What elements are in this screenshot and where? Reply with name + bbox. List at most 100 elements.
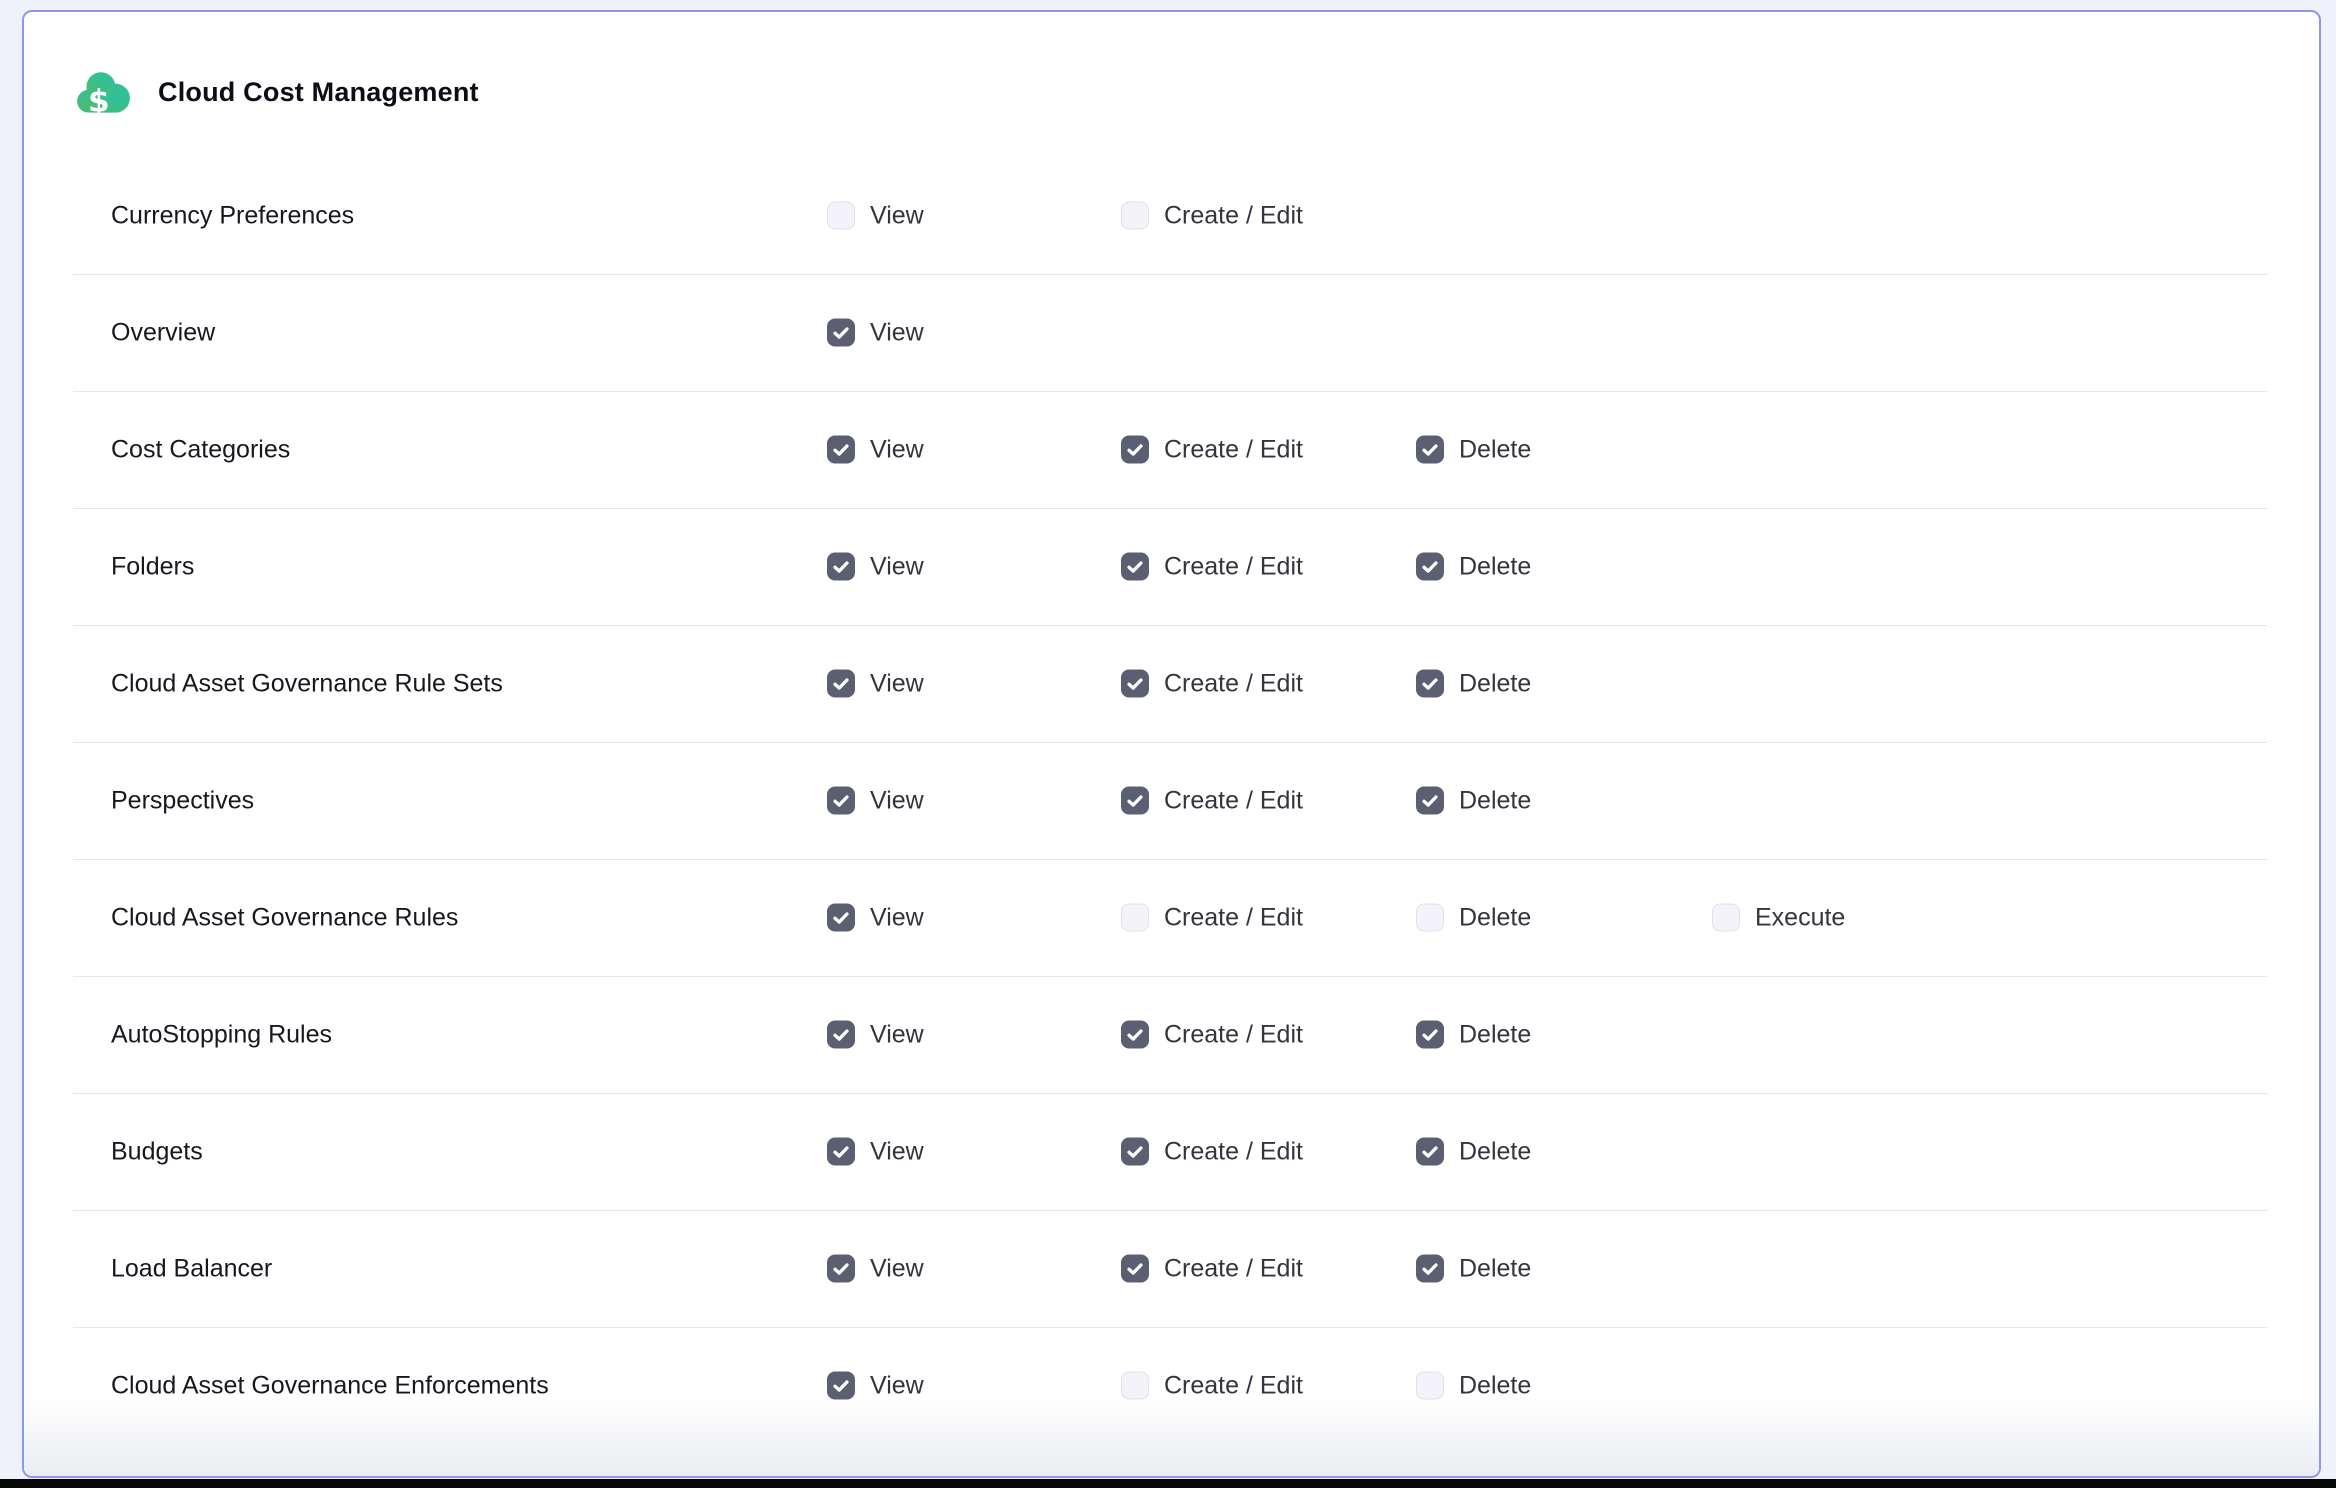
view-checkbox[interactable] [827,436,855,464]
delete-checkbox[interactable] [1416,670,1444,698]
create-edit-checkbox[interactable] [1121,202,1149,230]
create-edit-checkbox[interactable] [1121,1372,1149,1400]
resource-label: Overview [111,318,215,347]
checkmark-icon [830,907,852,929]
create-edit-permission: Create / Edit [1121,903,1303,932]
permission-row: Budgets View Create / Edit Delete [24,1093,2319,1210]
delete-label: Delete [1459,435,1531,464]
execute-checkbox[interactable] [1712,904,1740,932]
cloud-dollar-icon: $ [74,68,132,118]
permission-row: Currency Preferences ViewCreate / Edit [24,157,2319,274]
create-edit-checkbox[interactable] [1121,553,1149,581]
delete-checkbox[interactable] [1416,1021,1444,1049]
resource-label: Cloud Asset Governance Enforcements [111,1371,549,1400]
view-checkbox[interactable] [827,1138,855,1166]
view-checkbox[interactable] [827,1255,855,1283]
delete-checkbox[interactable] [1416,436,1444,464]
view-permission: View [827,318,924,347]
view-checkbox[interactable] [827,202,855,230]
view-permission: View [827,786,924,815]
execute-label: Execute [1755,903,1845,932]
create-edit-checkbox[interactable] [1121,670,1149,698]
delete-permission: Delete [1416,1137,1531,1166]
view-label: View [870,1137,924,1166]
window-bottom-edge [0,1479,2336,1488]
resource-label: Budgets [111,1137,203,1166]
resource-label: AutoStopping Rules [111,1020,332,1049]
checkmark-icon [1419,1141,1441,1163]
checkmark-icon [1124,790,1146,812]
create-edit-label: Create / Edit [1164,1371,1303,1400]
page-title: Cloud Cost Management [158,78,479,106]
view-checkbox[interactable] [827,553,855,581]
delete-label: Delete [1459,1254,1531,1283]
checkmark-icon [1419,1024,1441,1046]
delete-permission: Delete [1416,903,1531,932]
create-edit-checkbox[interactable] [1121,787,1149,815]
checkmark-icon [1124,1258,1146,1280]
permission-row: Cost Categories View Create / Edit Delete [24,391,2319,508]
execute-permission: Execute [1712,903,1845,932]
page: $ Cloud Cost Management Currency Prefere… [0,0,2336,1488]
create-edit-label: Create / Edit [1164,669,1303,698]
view-label: View [870,1254,924,1283]
delete-checkbox[interactable] [1416,1138,1444,1166]
delete-label: Delete [1459,903,1531,932]
checkmark-icon [1124,556,1146,578]
view-label: View [870,201,924,230]
checkmark-icon [830,790,852,812]
view-checkbox[interactable] [827,1372,855,1400]
permission-row: Cloud Asset Governance Rules ViewCreate … [24,859,2319,976]
delete-checkbox[interactable] [1416,1372,1444,1400]
create-edit-label: Create / Edit [1164,552,1303,581]
delete-checkbox[interactable] [1416,904,1444,932]
view-checkbox[interactable] [827,1021,855,1049]
create-edit-label: Create / Edit [1164,786,1303,815]
permission-row: Cloud Asset Governance Enforcements View… [24,1327,2319,1444]
create-edit-label: Create / Edit [1164,435,1303,464]
view-permission: View [827,669,924,698]
delete-permission: Delete [1416,1254,1531,1283]
view-checkbox[interactable] [827,904,855,932]
delete-label: Delete [1459,1137,1531,1166]
view-permission: View [827,903,924,932]
view-label: View [870,903,924,932]
checkmark-icon [1419,673,1441,695]
resource-label: Load Balancer [111,1254,272,1283]
view-label: View [870,786,924,815]
dollar-glyph: $ [88,84,110,118]
delete-label: Delete [1459,1371,1531,1400]
view-checkbox[interactable] [827,670,855,698]
view-label: View [870,435,924,464]
delete-checkbox[interactable] [1416,553,1444,581]
checkmark-icon [1124,673,1146,695]
view-permission: View [827,201,924,230]
delete-label: Delete [1459,1020,1531,1049]
delete-checkbox[interactable] [1416,787,1444,815]
create-edit-label: Create / Edit [1164,1137,1303,1166]
delete-permission: Delete [1416,669,1531,698]
permission-row: Overview View [24,274,2319,391]
create-edit-checkbox[interactable] [1121,1255,1149,1283]
resource-label: Perspectives [111,786,254,815]
create-edit-label: Create / Edit [1164,903,1303,932]
resource-label: Cloud Asset Governance Rule Sets [111,669,503,698]
view-checkbox[interactable] [827,787,855,815]
create-edit-label: Create / Edit [1164,1020,1303,1049]
delete-permission: Delete [1416,1371,1531,1400]
resource-label: Cost Categories [111,435,290,464]
checkmark-icon [1419,1258,1441,1280]
create-edit-checkbox[interactable] [1121,436,1149,464]
permission-row: Load Balancer ViewCreate / EditDelete [24,1210,2319,1327]
view-checkbox[interactable] [827,319,855,347]
create-edit-checkbox[interactable] [1121,1138,1149,1166]
create-edit-checkbox[interactable] [1121,904,1149,932]
checkmark-icon [830,1024,852,1046]
checkmark-icon [1124,1141,1146,1163]
delete-permission: Delete [1416,435,1531,464]
create-edit-checkbox[interactable] [1121,1021,1149,1049]
view-label: View [870,669,924,698]
create-edit-permission: Create / Edit [1121,552,1303,581]
checkmark-icon [1419,790,1441,812]
delete-checkbox[interactable] [1416,1255,1444,1283]
